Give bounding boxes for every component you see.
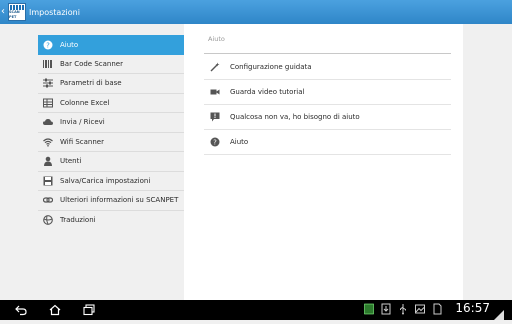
gallery-icon[interactable] <box>415 303 425 315</box>
wifi-icon <box>42 136 54 148</box>
sidebar-item-ulteriori-info[interactable]: Ulteriori informazioni su SCANPET <box>38 191 184 211</box>
sidebar-item-invia-ricevi[interactable]: Invia / Ricevi <box>38 113 184 133</box>
option-video-tutorial[interactable]: Guarda video tutorial <box>204 80 451 105</box>
user-icon <box>42 155 54 167</box>
alert-chat-icon <box>209 111 221 123</box>
sidebar-item-aiuto[interactable]: ? Aiuto <box>38 35 184 55</box>
option-label: Qualcosa non va, ho bisogno di aiuto <box>230 113 360 121</box>
option-need-help[interactable]: Qualcosa non va, ho bisogno di aiuto <box>204 105 451 130</box>
settings-sidebar: ? Aiuto Bar Code Scanner Parametri di ba… <box>38 35 184 230</box>
system-navigation-bar: 16:57 <box>0 300 512 320</box>
sidebar-item-utenti[interactable]: Utenti <box>38 152 184 172</box>
page-title: Impostazioni <box>29 7 80 17</box>
sidebar-item-label: Salva/Carica impostazioni <box>60 176 151 185</box>
home-icon[interactable] <box>48 303 62 317</box>
sidebar-item-salva-carica[interactable]: Salva/Carica impostazioni <box>38 172 184 191</box>
help-icon: ? <box>42 39 54 51</box>
download-icon[interactable] <box>381 303 391 315</box>
option-configurazione-guidata[interactable]: Configurazione guidata <box>204 55 451 80</box>
sidebar-item-label: Traduzioni <box>60 216 96 225</box>
app-logo-text: SCAN PET <box>9 10 20 19</box>
sidebar-item-label: Wifi Scanner <box>60 137 104 146</box>
section-divider <box>204 53 451 54</box>
app-logo-icon[interactable]: SCAN PET <box>8 3 26 21</box>
option-aiuto[interactable]: ? Aiuto <box>204 130 451 155</box>
signal-icon <box>494 305 504 320</box>
sidebar-item-traduzioni[interactable]: Traduzioni <box>38 211 184 231</box>
detail-panel: Aiuto Configurazione guidata Guarda vide… <box>184 24 463 300</box>
sliders-icon <box>42 77 54 89</box>
sidebar-item-label: Invia / Ricevi <box>60 118 105 127</box>
sidebar-item-parametri[interactable]: Parametri di base <box>38 74 184 94</box>
table-icon <box>42 97 54 109</box>
save-icon <box>42 175 54 187</box>
sidebar-item-barcode-scanner[interactable]: Bar Code Scanner <box>38 55 184 74</box>
sidebar-item-colonne-excel[interactable]: Colonne Excel <box>38 94 184 113</box>
app-notification-icon[interactable] <box>364 303 374 315</box>
sidebar-item-label: Parametri di base <box>60 79 122 88</box>
status-icons <box>364 303 442 315</box>
clock: 16:57 <box>455 301 490 315</box>
back-icon[interactable] <box>14 303 28 317</box>
sd-card-icon[interactable] <box>432 303 442 315</box>
sidebar-item-label: Colonne Excel <box>60 98 110 107</box>
section-title: Aiuto <box>208 35 225 43</box>
video-camera-icon <box>209 86 221 98</box>
settings-content: ? Aiuto Bar Code Scanner Parametri di ba… <box>0 24 512 300</box>
sidebar-item-label: Aiuto <box>60 40 79 49</box>
sidebar-item-label: Ulteriori informazioni su SCANPET <box>60 196 179 205</box>
up-caret-icon[interactable]: ‹ <box>1 0 7 24</box>
cloud-icon <box>42 116 54 128</box>
recent-apps-icon[interactable] <box>82 303 96 317</box>
link-icon <box>42 194 54 206</box>
action-bar: ‹ SCAN PET Impostazioni <box>0 0 512 24</box>
barcode-icon <box>42 58 54 70</box>
help-icon: ? <box>209 136 221 148</box>
usb-icon[interactable] <box>398 303 408 315</box>
sidebar-item-label: Bar Code Scanner <box>60 59 123 68</box>
magic-wand-icon <box>209 61 221 73</box>
globe-icon <box>42 214 54 226</box>
svg-text:?: ? <box>46 41 50 49</box>
sidebar-item-label: Utenti <box>60 157 82 166</box>
option-label: Configurazione guidata <box>230 63 312 71</box>
option-label: Guarda video tutorial <box>230 88 305 96</box>
option-label: Aiuto <box>230 138 249 146</box>
sidebar-item-wifi-scanner[interactable]: Wifi Scanner <box>38 133 184 152</box>
svg-text:?: ? <box>213 139 217 147</box>
